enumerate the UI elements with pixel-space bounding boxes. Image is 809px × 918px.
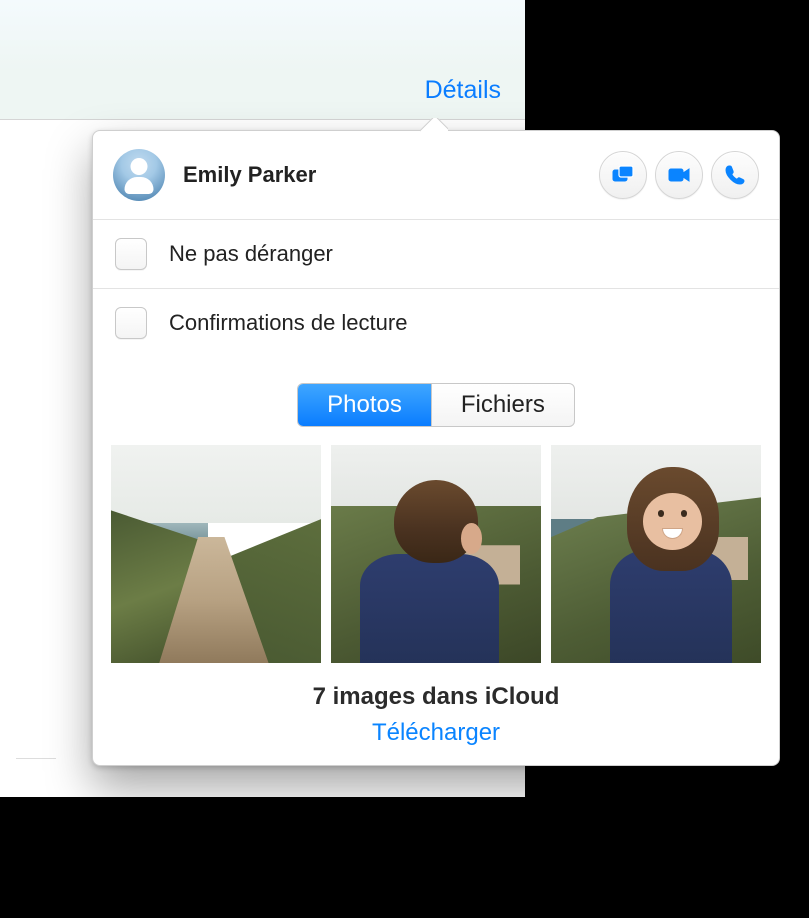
photo-thumbnail[interactable] (111, 445, 321, 663)
video-call-button[interactable] (655, 151, 703, 199)
video-icon (667, 163, 691, 187)
contact-actions (599, 151, 759, 199)
share-screen-button[interactable] (599, 151, 647, 199)
tab-photos[interactable]: Photos (298, 384, 431, 426)
contact-name: Emily Parker (183, 162, 599, 188)
read-receipts-label: Confirmations de lecture (169, 310, 407, 336)
avatar[interactable] (113, 149, 165, 201)
icloud-status: 7 images dans iCloud (93, 683, 779, 711)
phone-icon (723, 163, 747, 187)
details-popover: Emily Parker Ne pas déranger Confirmatio… (92, 130, 780, 766)
dnd-label: Ne pas déranger (169, 241, 333, 267)
separator (16, 758, 56, 759)
dnd-checkbox[interactable] (115, 238, 147, 270)
background-header: Détails (0, 0, 525, 120)
dnd-row: Ne pas déranger (93, 219, 779, 288)
popover-arrow (420, 118, 448, 132)
photo-thumbnail[interactable] (551, 445, 761, 663)
share-screen-icon (611, 163, 635, 187)
read-receipts-row: Confirmations de lecture (93, 288, 779, 357)
attachments-tab-group: Photos Fichiers (93, 357, 779, 445)
photo-grid (93, 445, 779, 663)
contact-header: Emily Parker (93, 131, 779, 219)
audio-call-button[interactable] (711, 151, 759, 199)
details-button[interactable]: Détails (425, 76, 501, 105)
photo-thumbnail[interactable] (331, 445, 541, 663)
read-receipts-checkbox[interactable] (115, 307, 147, 339)
tab-files[interactable]: Fichiers (431, 384, 574, 426)
download-link[interactable]: Télécharger (93, 719, 779, 747)
